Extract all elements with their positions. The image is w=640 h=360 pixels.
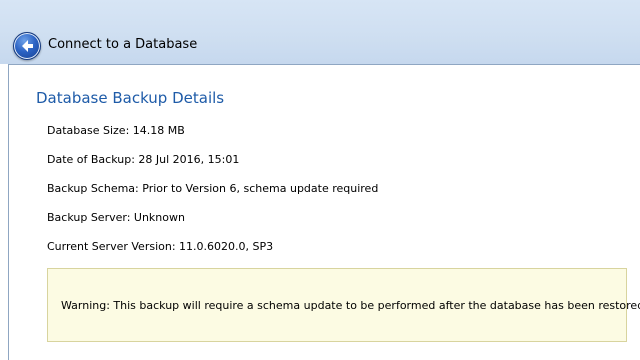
back-button[interactable] [13, 32, 41, 60]
detail-label: Backup Schema: [47, 182, 139, 195]
detail-value: 11.0.6020.0, SP3 [179, 240, 274, 253]
detail-label: Backup Server: [47, 211, 131, 224]
section-title: Database Backup Details [36, 89, 225, 107]
content-panel: Database Backup Details Database Size: 1… [8, 64, 640, 360]
detail-value: Prior to Version 6, schema update requir… [142, 182, 379, 195]
detail-value: 28 Jul 2016, 15:01 [138, 153, 240, 166]
detail-label: Database Size: [47, 124, 130, 137]
detail-date-of-backup: Date of Backup: 28 Jul 2016, 15:01 [47, 153, 239, 167]
detail-database-size: Database Size: 14.18 MB [47, 124, 185, 138]
detail-current-server-version: Current Server Version: 11.0.6020.0, SP3 [47, 240, 273, 254]
detail-label: Current Server Version: [47, 240, 176, 253]
detail-backup-schema: Backup Schema: Prior to Version 6, schem… [47, 182, 378, 196]
warning-box: Warning: This backup will require a sche… [47, 268, 640, 342]
title-bar: Connect to a Database [0, 0, 640, 64]
window-title: Connect to a Database [48, 37, 198, 52]
detail-label: Date of Backup: [47, 153, 135, 166]
back-arrow-icon [22, 40, 33, 52]
detail-backup-server: Backup Server: Unknown [47, 211, 185, 225]
warning-text: Warning: This backup will require a sche… [61, 299, 640, 312]
dialog-window: Connect to a Database Database Backup De… [0, 0, 640, 360]
detail-value: Unknown [133, 211, 185, 224]
detail-value: 14.18 MB [132, 124, 185, 137]
